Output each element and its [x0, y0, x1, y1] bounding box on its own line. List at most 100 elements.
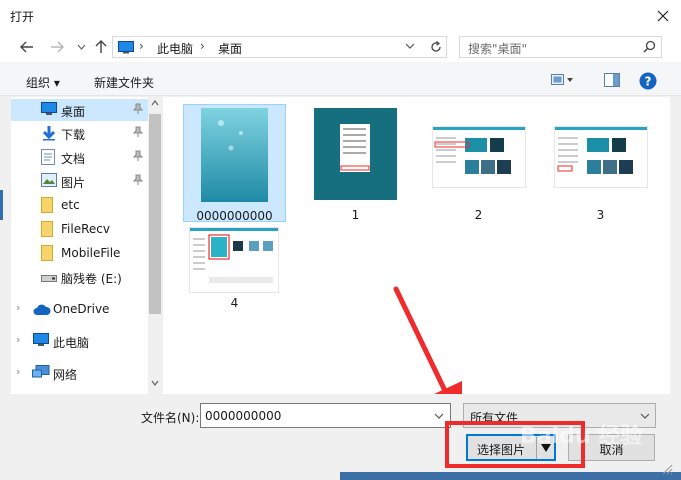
network-icon	[32, 365, 50, 378]
file-item[interactable]: 3	[549, 104, 652, 222]
back-button[interactable]	[16, 36, 38, 58]
sidebar-item-label: 此电脑	[53, 336, 90, 350]
organize-menu[interactable]: 组织 ▾	[26, 74, 60, 91]
help-icon: ?	[639, 72, 657, 90]
breadcrumb-separator[interactable]: ›	[200, 39, 205, 53]
search-placeholder: 搜索"桌面"	[468, 42, 528, 56]
pin-icon[interactable]	[133, 150, 143, 162]
preview-pane-icon	[604, 73, 620, 87]
file-thumbnail	[314, 108, 397, 200]
document-icon	[41, 149, 55, 165]
sidebar-item-desktop[interactable]: 桌面	[11, 99, 148, 121]
scroll-up-icon[interactable]	[151, 100, 159, 106]
pin-icon[interactable]	[133, 126, 143, 138]
window-title: 打开	[10, 10, 35, 24]
recent-locations-button[interactable]	[70, 36, 92, 58]
svg-text:?: ?	[645, 75, 652, 89]
sidebar-item-mobilefile[interactable]: MobileFile	[11, 242, 148, 264]
cloud-icon	[33, 304, 51, 315]
sidebar-item-label: 文档	[61, 152, 86, 166]
desktop-icon	[41, 102, 57, 115]
breadcrumb-desktop[interactable]: 桌面	[218, 40, 242, 57]
forward-button[interactable]	[46, 36, 68, 58]
expand-arrow-icon[interactable]: ›	[16, 301, 20, 314]
pin-icon[interactable]	[133, 103, 143, 115]
arrow-left-icon	[20, 41, 33, 53]
file-name: 2	[474, 208, 483, 222]
file-item[interactable]: 1	[304, 104, 407, 222]
file-item[interactable]: 2	[427, 104, 530, 222]
arrow-right-icon	[51, 41, 64, 53]
close-icon	[657, 10, 668, 22]
chevron-down-icon	[77, 44, 85, 50]
search-icon[interactable]	[643, 40, 656, 53]
refresh-icon	[430, 41, 441, 52]
breadcrumb-this-pc[interactable]: 此电脑	[157, 40, 193, 57]
sidebar-item-label: FileRecv	[61, 222, 110, 236]
sidebar-item-this-pc[interactable]: › 此电脑	[11, 330, 148, 352]
computer-icon	[33, 333, 49, 346]
folder-icon	[41, 197, 53, 213]
file-thumbnail	[554, 126, 648, 188]
file-thumbnail	[432, 126, 526, 188]
folder-icon	[41, 245, 53, 261]
file-name: 1	[351, 208, 360, 222]
file-name: 4	[230, 296, 239, 310]
sidebar-item-label: OneDrive	[53, 302, 110, 316]
change-view-button[interactable]	[551, 73, 575, 90]
chevron-down-icon[interactable]	[434, 411, 444, 421]
breadcrumb-separator[interactable]: ›	[139, 39, 144, 53]
help-button[interactable]: ?	[639, 72, 657, 93]
new-folder-button[interactable]: 新建文件夹	[94, 74, 154, 91]
filename-value[interactable]: 0000000000	[205, 409, 281, 423]
sidebar-item-label: 桌面	[61, 105, 86, 119]
download-icon	[42, 126, 56, 141]
filename-label: 文件名(N):	[141, 411, 200, 425]
sidebar-item-etc[interactable]: etc	[11, 194, 148, 216]
search-box[interactable]: 搜索"桌面"	[459, 36, 662, 58]
sidebar-item-label: etc	[61, 198, 80, 212]
sidebar-item-documents[interactable]: 文档	[11, 146, 148, 168]
close-button[interactable]	[644, 0, 681, 32]
resize-grip-icon[interactable]	[660, 462, 674, 476]
expand-arrow-icon[interactable]: ›	[16, 333, 20, 346]
sidebar-item-label: MobileFile	[61, 246, 121, 260]
scrollbar-thumb[interactable]	[149, 114, 161, 314]
file-thumbnail	[189, 227, 279, 293]
sidebar-item-network[interactable]: › 网络	[11, 362, 148, 384]
sidebar-item-label: 下载	[61, 128, 86, 142]
navigation-pane: 桌面 下载 文档 图片 etc FileRecv MobileFile 脑残卷 …	[11, 97, 162, 394]
view-icon	[551, 74, 573, 85]
file-thumbnail	[201, 108, 268, 202]
sidebar-item-label: 图片	[61, 176, 86, 190]
expand-arrow-icon[interactable]: ›	[16, 365, 20, 378]
sidebar-item-downloads[interactable]: 下载	[11, 122, 148, 144]
pin-icon[interactable]	[133, 174, 143, 186]
file-item[interactable]: 4	[183, 224, 286, 314]
sidebar-item-filerecv[interactable]: FileRecv	[11, 218, 148, 240]
filename-input[interactable]: 0000000000	[200, 403, 451, 428]
folder-icon	[41, 221, 53, 237]
address-bar[interactable]: › 此电脑 › 桌面	[112, 36, 447, 58]
picture-icon	[41, 173, 57, 187]
sidebar-item-pictures[interactable]: 图片	[11, 170, 148, 192]
file-name: 0000000000	[196, 209, 273, 223]
background-window-edge	[0, 190, 3, 220]
sidebar-item-label: 网络	[53, 368, 78, 382]
sidebar-item-label: 脑残卷 (E:)	[61, 272, 122, 286]
scroll-down-icon[interactable]	[151, 380, 159, 386]
watermark: Baidu 经验	[520, 424, 643, 449]
file-name: 3	[596, 208, 605, 222]
file-item[interactable]: 0000000000	[183, 104, 286, 223]
computer-icon	[118, 41, 134, 54]
drive-icon	[41, 275, 57, 282]
sidebar-item-drive-e[interactable]: 脑残卷 (E:)	[11, 266, 148, 288]
arrow-up-icon	[95, 40, 107, 53]
up-button[interactable]	[90, 36, 112, 58]
background-desktop-strip	[340, 472, 681, 480]
sidebar-item-onedrive[interactable]: › OneDrive	[11, 298, 148, 320]
preview-pane-button[interactable]	[604, 73, 620, 90]
chevron-down-icon[interactable]	[405, 41, 415, 51]
title-bar	[0, 0, 681, 32]
refresh-button[interactable]	[425, 36, 447, 58]
